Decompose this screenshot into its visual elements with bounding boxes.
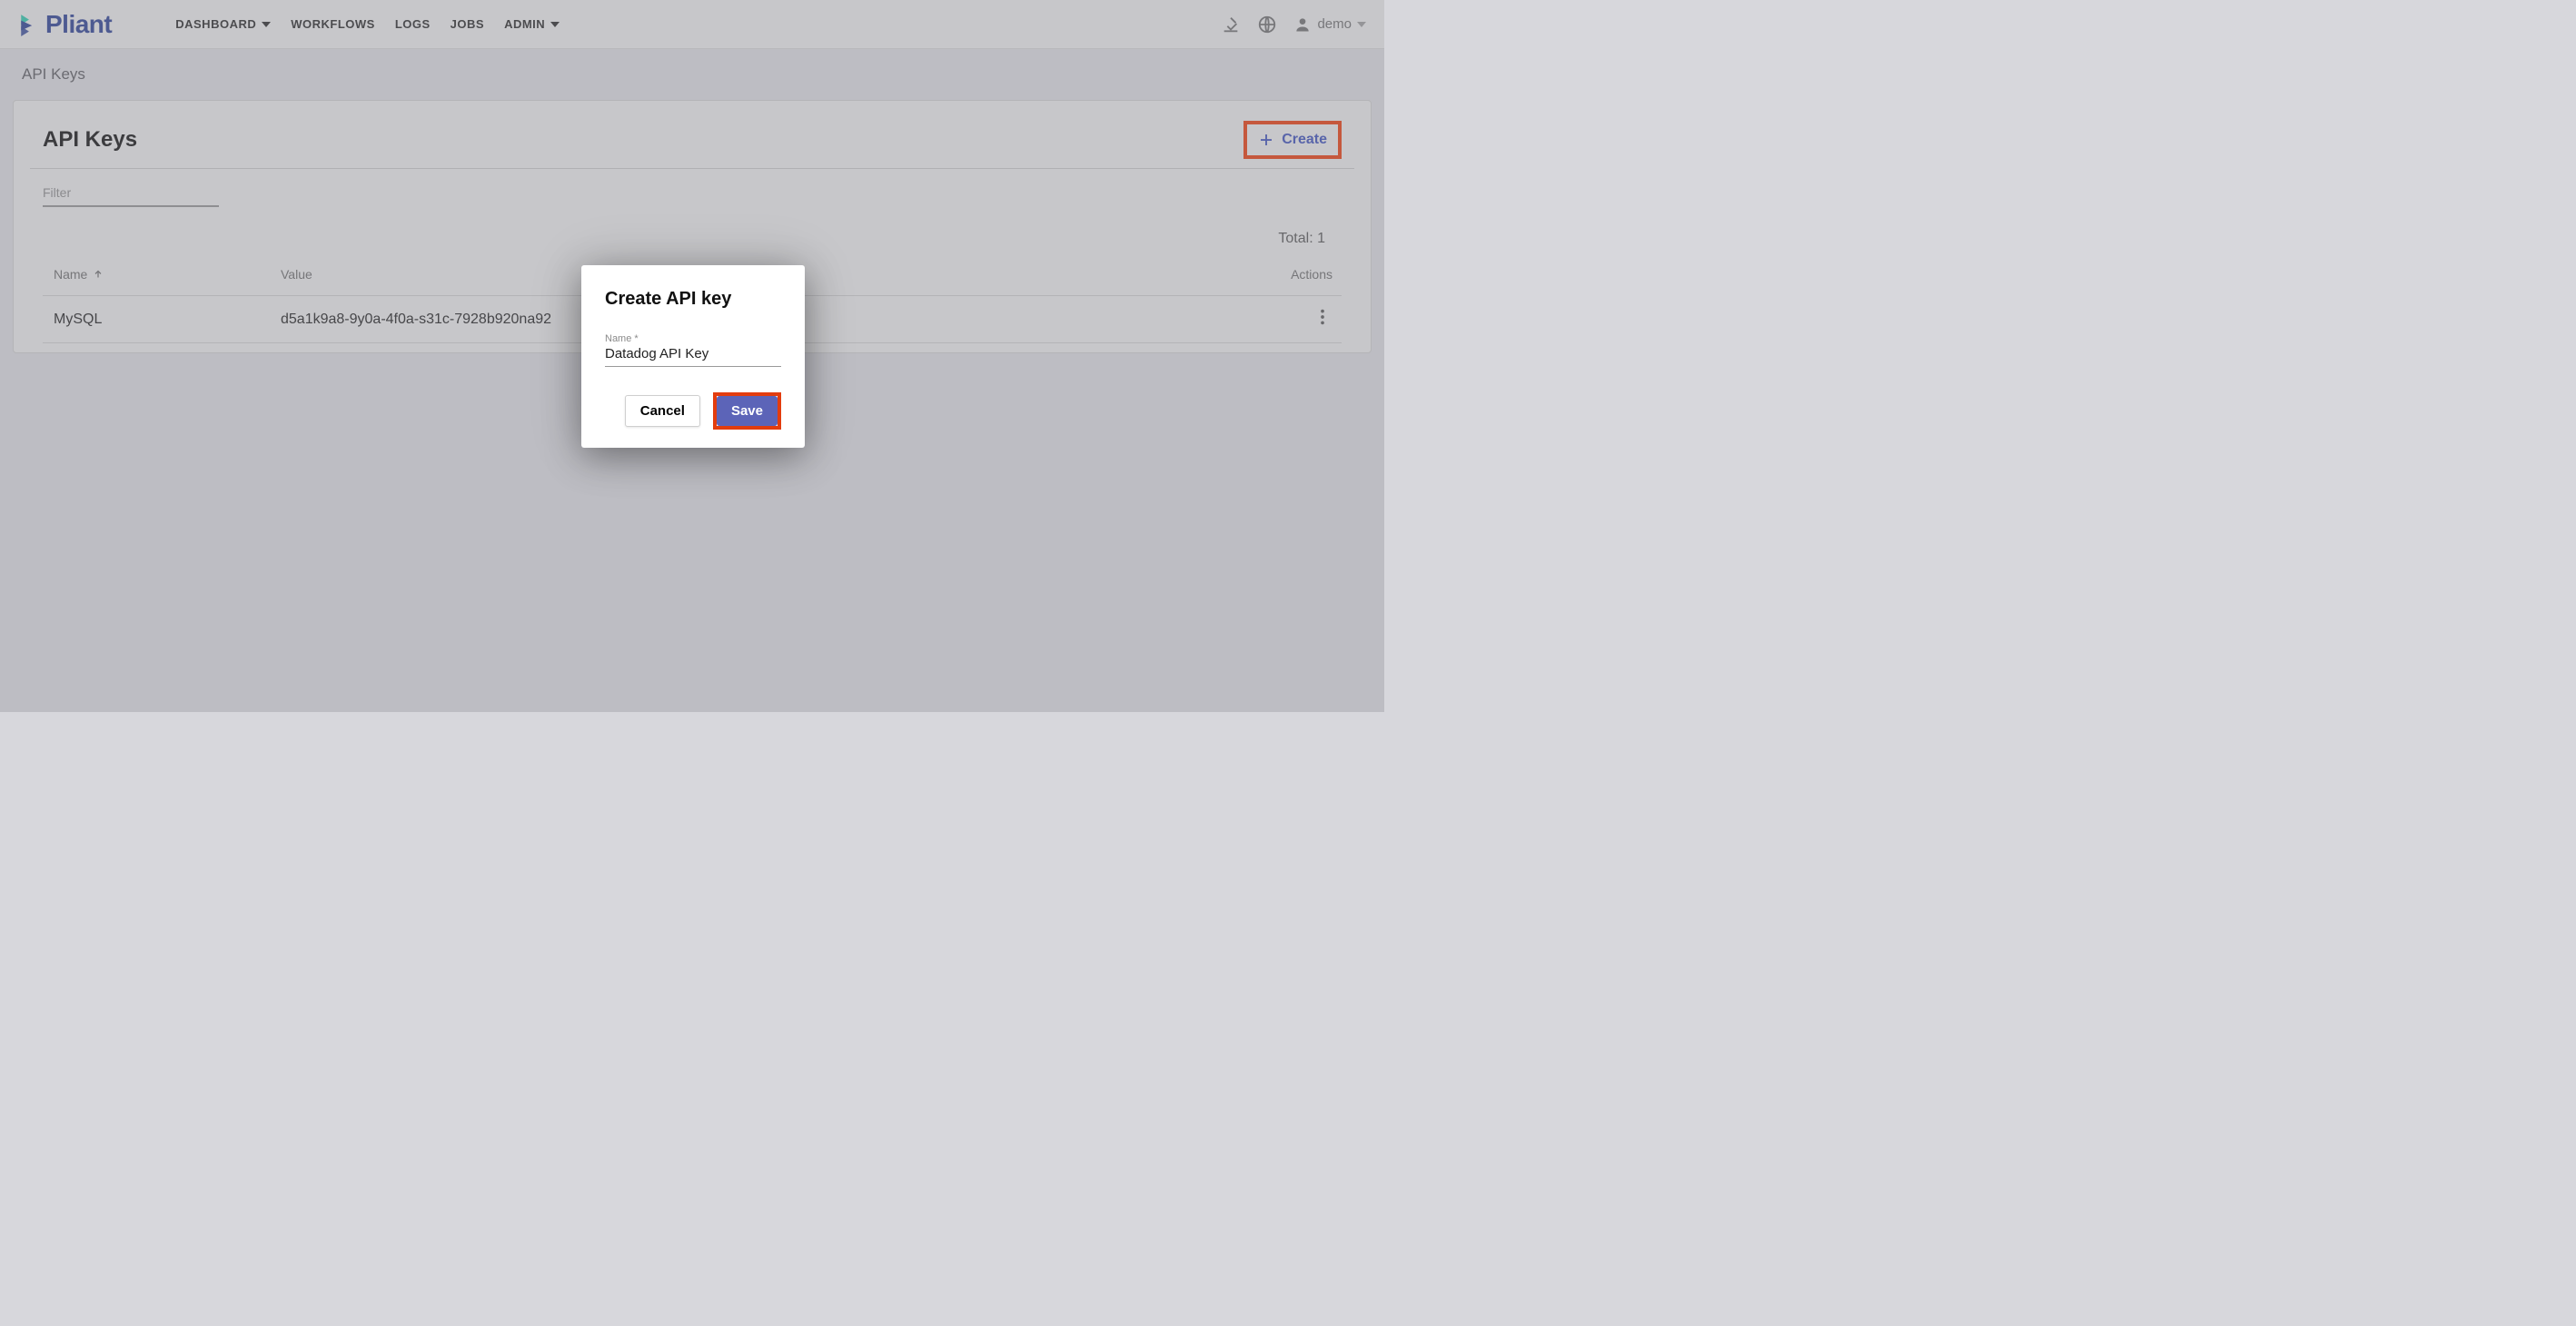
cancel-button[interactable]: Cancel [625, 395, 700, 427]
save-highlight-box: Save [713, 392, 781, 430]
dialog-actions: Cancel Save [605, 392, 781, 430]
dialog-name-input[interactable] [605, 346, 781, 361]
create-api-key-dialog: Create API key Name * Cancel Save [581, 265, 805, 448]
save-button[interactable]: Save [717, 396, 778, 426]
dialog-title: Create API key [605, 289, 781, 310]
dialog-name-input-wrap [605, 346, 781, 367]
dialog-name-label: Name * [605, 333, 781, 344]
